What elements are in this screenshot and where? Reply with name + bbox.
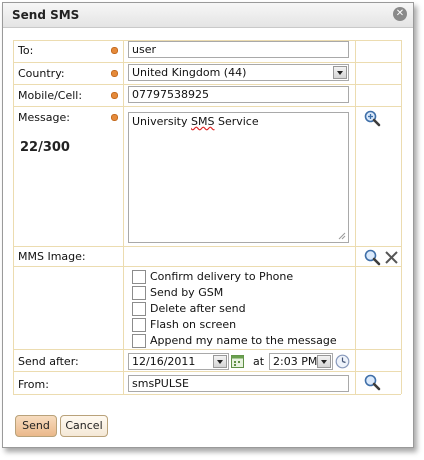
message-text-start: University	[132, 115, 191, 128]
option-label: Flash on screen	[150, 318, 237, 331]
send-sms-dialog: Send SMS ✕ To: user Country: United King…	[2, 2, 414, 448]
required-indicator	[111, 70, 118, 77]
cancel-button[interactable]: Cancel	[60, 415, 108, 437]
from-label: From:	[18, 378, 49, 391]
dialog-title: Send SMS	[12, 8, 80, 22]
message-text-end: Service	[214, 115, 259, 128]
send-after-label: Send after:	[18, 355, 79, 368]
message-textarea[interactable]: University SMS Service	[128, 112, 349, 243]
option-label: Append my name to the message	[150, 334, 337, 347]
row-separator	[13, 246, 401, 247]
row-separator	[13, 266, 401, 267]
mms-image-label: MMS Image:	[18, 250, 86, 263]
row-separator	[13, 394, 401, 395]
checkbox[interactable]	[132, 302, 146, 316]
calendar-icon[interactable]	[231, 354, 244, 368]
dialog-titlebar: Send SMS ✕	[3, 3, 413, 28]
clock-icon[interactable]	[335, 354, 350, 369]
send-after-time-value: 2:03 PM	[273, 355, 318, 368]
mobile-input[interactable]: 07797538925	[128, 86, 349, 103]
required-indicator	[111, 47, 118, 54]
dropdown-arrow-icon[interactable]	[317, 355, 331, 368]
option-label: Confirm delivery to Phone	[150, 270, 294, 283]
required-indicator	[111, 92, 118, 99]
from-input[interactable]: smsPULSE	[128, 375, 349, 392]
search-icon[interactable]	[364, 249, 381, 266]
send-after-date-select[interactable]: 12/16/2011	[128, 353, 229, 370]
checkbox[interactable]	[132, 318, 146, 332]
to-input[interactable]: user	[128, 41, 349, 58]
row-separator	[13, 371, 401, 372]
send-after-date-value: 12/16/2011	[132, 355, 196, 368]
row-separator	[13, 62, 401, 63]
zoom-icon[interactable]	[364, 110, 381, 127]
option-label: Delete after send	[150, 302, 246, 315]
search-icon[interactable]	[364, 374, 381, 391]
dropdown-arrow-icon[interactable]	[333, 66, 347, 79]
checkbox[interactable]	[132, 334, 146, 348]
send-button[interactable]: Send	[15, 415, 57, 437]
clear-icon[interactable]	[384, 250, 399, 265]
resize-handle-icon[interactable]	[338, 232, 346, 240]
checkbox[interactable]	[132, 270, 146, 284]
mobile-label: Mobile/Cell:	[18, 89, 83, 102]
close-icon[interactable]: ✕	[393, 7, 407, 21]
column-separator	[123, 40, 124, 394]
required-indicator	[111, 114, 118, 121]
row-separator	[13, 349, 401, 350]
message-text-misspelled: SMS	[191, 115, 215, 128]
message-character-counter: 22/300	[20, 140, 70, 155]
dropdown-arrow-icon[interactable]	[213, 355, 227, 368]
option-label: Send by GSM	[150, 286, 224, 299]
column-separator	[13, 40, 14, 394]
to-label: To:	[18, 44, 34, 57]
column-separator	[401, 40, 402, 394]
message-label: Message:	[18, 111, 70, 124]
column-separator	[355, 40, 356, 394]
row-separator	[13, 84, 401, 85]
send-after-at-label: at	[253, 355, 265, 368]
country-select[interactable]: United Kingdom (44)	[128, 64, 349, 81]
country-select-value: United Kingdom (44)	[132, 66, 247, 79]
country-label: Country:	[18, 67, 65, 80]
checkbox[interactable]	[132, 286, 146, 300]
row-separator	[13, 106, 401, 107]
send-after-time-select[interactable]: 2:03 PM	[269, 353, 333, 370]
